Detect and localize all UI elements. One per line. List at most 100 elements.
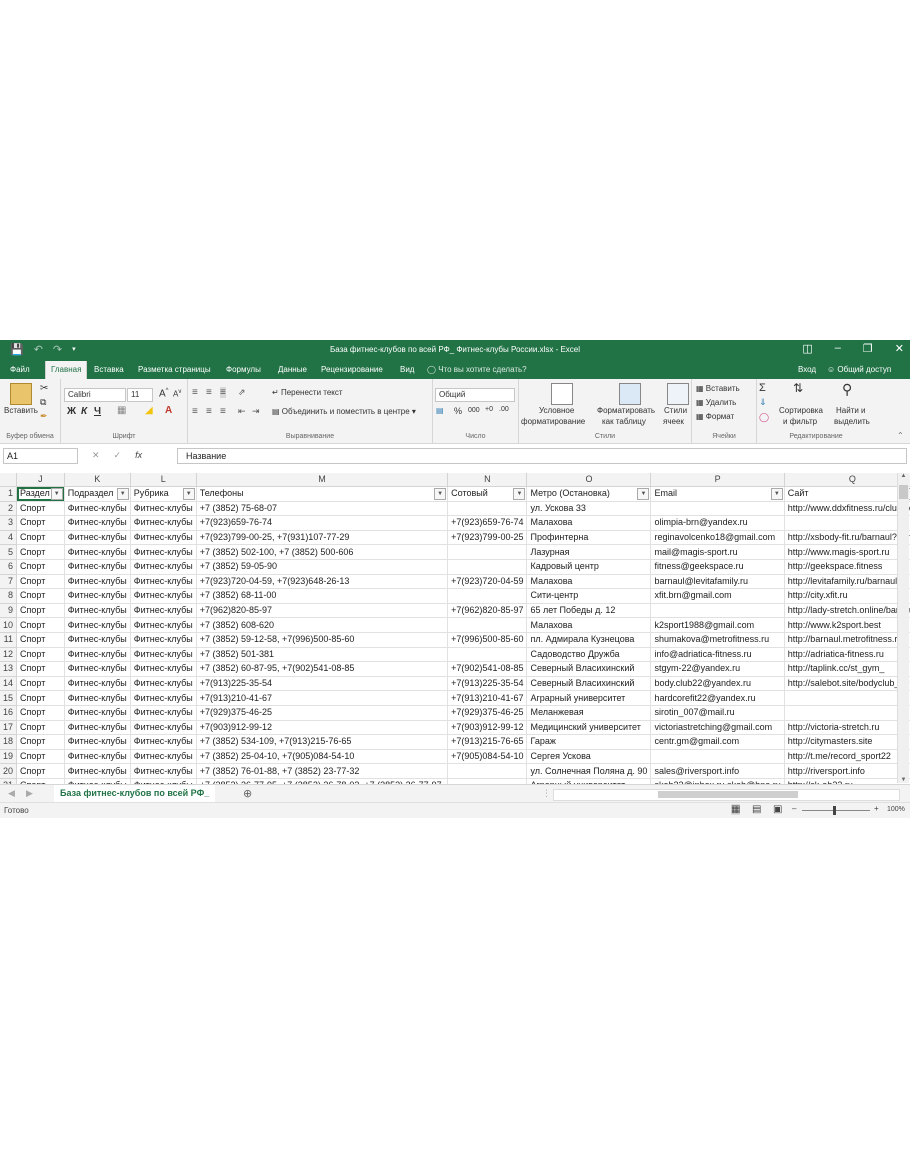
tab-home[interactable]: Главная	[45, 361, 88, 379]
scroll-down-icon[interactable]: ▼	[899, 777, 908, 783]
row-number[interactable]: 13	[0, 661, 18, 677]
tab-view[interactable]: Вид	[395, 361, 419, 379]
cell[interactable]	[784, 690, 910, 706]
cell[interactable]: http://lady-stretch.online/barnau	[784, 603, 910, 619]
paste-button[interactable]: Вставить	[4, 406, 38, 415]
column-letter[interactable]: Q	[784, 473, 910, 487]
minimize-icon[interactable]: –	[835, 342, 841, 355]
delete-cells-button[interactable]: ▦ Удалить	[696, 398, 736, 407]
cell[interactable]: http://salebot.site/bodyclub_1?ut	[784, 676, 910, 692]
decrease-decimal-icon[interactable]: .00	[499, 406, 509, 413]
cell[interactable]	[447, 559, 528, 575]
name-box[interactable]: A1	[3, 448, 78, 464]
conditional-formatting-icon[interactable]	[551, 383, 573, 405]
cell[interactable]: +7 (3852) 60-87-95, +7(902)541-08-85	[196, 661, 449, 677]
formula-input[interactable]: Название	[177, 448, 907, 464]
cell[interactable]: Профинтерна	[526, 530, 652, 546]
find-select-button[interactable]: Найти и	[836, 406, 866, 415]
header-cell[interactable]: Сайт▼	[784, 486, 910, 502]
clear-icon[interactable]: ◯	[759, 412, 769, 423]
cell[interactable]: http://t.me/record_sport22	[784, 749, 910, 765]
fill-color-icon[interactable]: ◢	[145, 405, 153, 416]
cell[interactable]: Фитнес-клубы	[64, 720, 131, 736]
cell[interactable]: Фитнес-клубы	[64, 530, 131, 546]
cell[interactable]: +7 (3852) 25-04-10, +7(905)084-54-10	[196, 749, 449, 765]
cell[interactable]: Фитнес-клубы	[130, 647, 197, 663]
insert-cells-button[interactable]: ▦ Вставить	[696, 384, 740, 393]
cell[interactable]: Фитнес-клубы	[130, 734, 197, 750]
cell[interactable]: fitness@geekspace.ru	[650, 559, 785, 575]
cell[interactable]: +7 (3852) 76-01-88, +7 (3852) 23-77-32	[196, 763, 449, 779]
cell[interactable]	[447, 763, 528, 779]
format-as-table-button[interactable]: Форматировать	[597, 406, 655, 415]
zoom-slider[interactable]	[802, 810, 870, 811]
row-number[interactable]: 6	[0, 559, 18, 575]
tab-page-layout[interactable]: Разметка страницы	[133, 361, 216, 379]
next-sheet-icon[interactable]: ▶	[26, 788, 33, 799]
cell[interactable]: Фитнес-клубы	[130, 559, 197, 575]
cell[interactable]: +7(923)799-00-25	[447, 530, 528, 546]
cell[interactable]: Аграрный университет	[526, 690, 652, 706]
cell[interactable]	[784, 705, 910, 721]
cell[interactable]: http://victoria-stretch.ru	[784, 720, 910, 736]
cell[interactable]: Гараж	[526, 734, 652, 750]
vertical-scrollbar[interactable]: ▲ ▼	[897, 473, 909, 783]
cell[interactable]	[650, 603, 785, 619]
cell[interactable]: http://levitafamily.ru/barnaul	[784, 574, 910, 590]
cell[interactable]	[650, 749, 785, 765]
ribbon-options-icon[interactable]: ◫	[802, 342, 812, 355]
cell[interactable]: barnaul@levitafamily.ru	[650, 574, 785, 590]
cell[interactable]: Фитнес-клубы	[64, 705, 131, 721]
cell[interactable]: http://www.magis-sport.ru	[784, 544, 910, 560]
page-layout-view-icon[interactable]: ▤	[752, 804, 761, 815]
column-letter[interactable]: J	[16, 473, 65, 487]
align-right-icon[interactable]: ≡	[220, 406, 226, 417]
row-number[interactable]: 11	[0, 632, 18, 648]
cell[interactable]: http://riversport.info	[784, 763, 910, 779]
cell[interactable]: Спорт	[16, 632, 65, 648]
row-number[interactable]: 8	[0, 588, 18, 604]
tab-formulas[interactable]: Формулы	[221, 361, 266, 379]
cell[interactable]: http://www.k2sport.best	[784, 617, 910, 633]
grow-font-icon[interactable]: A^	[159, 388, 169, 399]
find-select-icon[interactable]: ⚲	[842, 381, 852, 398]
restore-icon[interactable]: ❐	[863, 342, 873, 355]
cell[interactable]	[784, 515, 910, 531]
cell[interactable]: Фитнес-клубы	[130, 515, 197, 531]
cell[interactable]: mail@magis-sport.ru	[650, 544, 785, 560]
page-break-view-icon[interactable]: ▣	[773, 804, 782, 815]
cell[interactable]: Фитнес-клубы	[130, 705, 197, 721]
cell[interactable]: http://xsbody-fit.ru/barnaul?utm_	[784, 530, 910, 546]
copy-icon[interactable]: ⧉	[40, 397, 46, 408]
accounting-format-icon[interactable]: ▤	[436, 406, 444, 415]
comma-style-icon[interactable]: 000	[468, 407, 480, 414]
row-number[interactable]: 20	[0, 763, 18, 779]
format-as-table-label[interactable]: как таблицу	[602, 417, 646, 426]
cut-icon[interactable]: ✂	[40, 383, 48, 394]
cell[interactable]: +7 (3852) 502-100, +7 (3852) 500-606	[196, 544, 449, 560]
row-number[interactable]: 7	[0, 574, 18, 590]
cell[interactable]: +7 (3852) 59-05-90	[196, 559, 449, 575]
cell[interactable]: Спорт	[16, 574, 65, 590]
increase-indent-icon[interactable]: ⇥	[252, 406, 260, 417]
header-cell[interactable]: Рубрика ▼	[130, 486, 197, 502]
cell[interactable]: +7(913)215-76-65	[447, 734, 528, 750]
cell[interactable]: Фитнес-клубы	[64, 617, 131, 633]
cell[interactable]: body.club22@yandex.ru	[650, 676, 785, 692]
cell[interactable]: Фитнес-клубы	[130, 588, 197, 604]
fill-icon[interactable]: ⇓	[759, 397, 767, 408]
tab-review[interactable]: Рецензирование	[316, 361, 388, 379]
filter-dropdown-icon[interactable]: ▼	[50, 488, 63, 500]
cell[interactable]: reginavolcenko18@gmail.com	[650, 530, 785, 546]
insert-function-icon[interactable]: fx	[135, 448, 142, 462]
cell[interactable]: Фитнес-клубы	[64, 763, 131, 779]
cell[interactable]: Фитнес-клубы	[64, 690, 131, 706]
header-cell[interactable]: Email ▼	[650, 486, 785, 502]
column-letter[interactable]: N	[447, 473, 528, 487]
cell[interactable]: http://barnaul.metrofitness.ru	[784, 632, 910, 648]
cell[interactable]: Фитнес-клубы	[64, 676, 131, 692]
row-number[interactable]: 14	[0, 676, 18, 692]
cell[interactable]: +7(913)210-41-67	[196, 690, 449, 706]
cell[interactable]: +7(923)720-04-59	[447, 574, 528, 590]
wrap-text-button[interactable]: ↵ Перенести текст	[272, 388, 343, 397]
